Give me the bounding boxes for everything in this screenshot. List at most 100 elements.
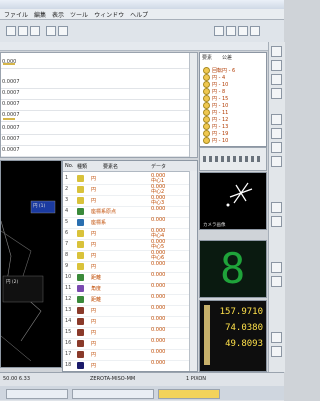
coord-y: 74.0380 xyxy=(225,323,263,333)
star-graphics xyxy=(226,182,253,207)
tool-button[interactable] xyxy=(271,216,282,227)
toolbar xyxy=(0,20,284,43)
element-tree[interactable]: 要素 公差 回転円 - 6 円 - 4 円 - 10 円 - 8 円 - 15 … xyxy=(199,52,267,147)
toolbar-button[interactable] xyxy=(30,26,40,36)
circle-element-icon xyxy=(203,81,210,88)
tree-item[interactable]: 回転円 - 6 xyxy=(203,67,235,74)
toolbar-button[interactable] xyxy=(214,26,224,36)
taskbar-item[interactable] xyxy=(72,389,154,399)
element-icon xyxy=(77,340,84,347)
vertical-scrollbar[interactable] xyxy=(189,53,197,157)
counter-digit: 8 xyxy=(220,244,246,293)
vertical-scrollbar[interactable] xyxy=(189,171,197,371)
element-icon xyxy=(77,219,84,226)
tool-button[interactable] xyxy=(271,74,282,85)
taskbar xyxy=(0,386,284,400)
toolbar-button[interactable] xyxy=(46,26,56,36)
list-item[interactable]: 0.0007 xyxy=(1,145,191,157)
element-icon xyxy=(77,241,84,248)
tree-item[interactable]: 円 - 15 xyxy=(203,95,228,102)
right-toolbar xyxy=(268,42,285,372)
tree-item[interactable]: 円 - 10 xyxy=(203,81,228,88)
camera-image[interactable]: カメラ画像 xyxy=(199,172,267,230)
tool-button[interactable] xyxy=(271,114,282,125)
coordinate-display: 157.9710 74.0380 49.8093 xyxy=(199,300,267,372)
element-icon xyxy=(77,274,84,281)
value-bar xyxy=(3,63,15,65)
circle-element-icon xyxy=(203,95,210,102)
camera-caption: カメラ画像 xyxy=(203,223,226,228)
viewport-graphics xyxy=(1,200,56,362)
element-table[interactable]: No. 種類 要素名 データ 1 円 0.000 中心1 2 円 0.000 中心2 3 円 0.0… xyxy=(62,160,198,372)
element-icon xyxy=(77,285,84,292)
tree-item[interactable]: 円 - 8 xyxy=(203,88,225,95)
menu-view[interactable]: 表示 xyxy=(52,10,64,19)
menu-tools[interactable]: ツール xyxy=(70,10,88,19)
tree-item[interactable]: 円 - 12 xyxy=(203,116,228,123)
table-header: No. 種類 要素名 データ xyxy=(63,161,197,172)
element-icon xyxy=(77,329,84,336)
toolbar-button[interactable] xyxy=(250,26,260,36)
value-bar xyxy=(3,118,15,120)
probe-indicator xyxy=(204,305,210,365)
tree-item[interactable]: 円 - 10 xyxy=(203,102,228,109)
table-row[interactable]: 18 円 0.000 xyxy=(63,360,191,371)
coord-z: 49.8093 xyxy=(225,339,263,349)
cad-viewport[interactable]: 円 (1) 円 (2) xyxy=(0,160,62,368)
tool-button[interactable] xyxy=(271,346,282,357)
toolbar-button[interactable] xyxy=(58,26,68,36)
taskbar-item[interactable] xyxy=(158,389,220,399)
tool-button[interactable] xyxy=(271,202,282,213)
tool-button[interactable] xyxy=(271,88,282,99)
tree-tab-tolerance[interactable]: 公差 xyxy=(222,54,232,61)
menu-help[interactable]: ヘルプ xyxy=(130,10,148,19)
tool-strip xyxy=(199,147,267,171)
circle-element-icon xyxy=(203,109,210,116)
tool-button[interactable] xyxy=(271,46,282,57)
tree-item[interactable]: 円 - 10 xyxy=(203,137,228,144)
tool-button[interactable] xyxy=(271,142,282,153)
circle-element-icon xyxy=(203,130,210,137)
element-icon xyxy=(77,318,84,325)
element-icon xyxy=(77,296,84,303)
element-icon xyxy=(77,362,84,369)
list-item[interactable]: 0.000 xyxy=(1,57,191,69)
tool-button[interactable] xyxy=(271,156,282,167)
toolbar-button[interactable] xyxy=(18,26,28,36)
tree-item[interactable]: 円 - 19 xyxy=(203,130,228,137)
status-right: 1 PIXON xyxy=(186,376,207,382)
tree-tab-elements[interactable]: 要素 xyxy=(202,54,212,61)
circle-element-icon xyxy=(203,88,210,95)
circle-element-icon xyxy=(203,137,210,144)
tool-button[interactable] xyxy=(271,262,282,273)
tool-button[interactable] xyxy=(271,128,282,139)
tool-button[interactable] xyxy=(271,60,282,71)
measurement-list[interactable]: 0.000 0.0007 0.0007 0.0007 0.0007 0.0007… xyxy=(0,52,198,158)
taskbar-item[interactable] xyxy=(6,389,68,399)
element-icon xyxy=(77,186,84,193)
element-icon xyxy=(77,230,84,237)
coord-x: 157.9710 xyxy=(219,307,263,317)
tree-item[interactable]: 円 - 13 xyxy=(203,123,228,130)
step-counter-display: 8 xyxy=(199,240,267,298)
menu-edit[interactable]: 編集 xyxy=(34,10,46,19)
circle-element-icon xyxy=(203,102,210,109)
element-icon xyxy=(77,197,84,204)
tree-item[interactable]: 円 - 4 xyxy=(203,74,225,81)
element-icon xyxy=(77,175,84,182)
menu-file[interactable]: ファイル xyxy=(4,10,28,19)
menu-window[interactable]: ウィンドウ xyxy=(94,10,124,19)
toolbar-button[interactable] xyxy=(238,26,248,36)
toolbar-button[interactable] xyxy=(226,26,236,36)
list-item[interactable]: 0.0007 xyxy=(1,110,191,122)
tree-item[interactable]: 円 - 11 xyxy=(203,109,228,116)
element-icon xyxy=(77,351,84,358)
tool-button[interactable] xyxy=(271,332,282,343)
toolbar-button[interactable] xyxy=(6,26,16,36)
circle-element-icon xyxy=(203,123,210,130)
element-icon xyxy=(77,208,84,215)
viewport-label: 円 (2) xyxy=(6,280,19,285)
tool-button[interactable] xyxy=(271,276,282,287)
menu-bar: ファイル 編集 表示 ツール ウィンドウ ヘルプ xyxy=(0,9,284,20)
element-icon xyxy=(77,307,84,314)
